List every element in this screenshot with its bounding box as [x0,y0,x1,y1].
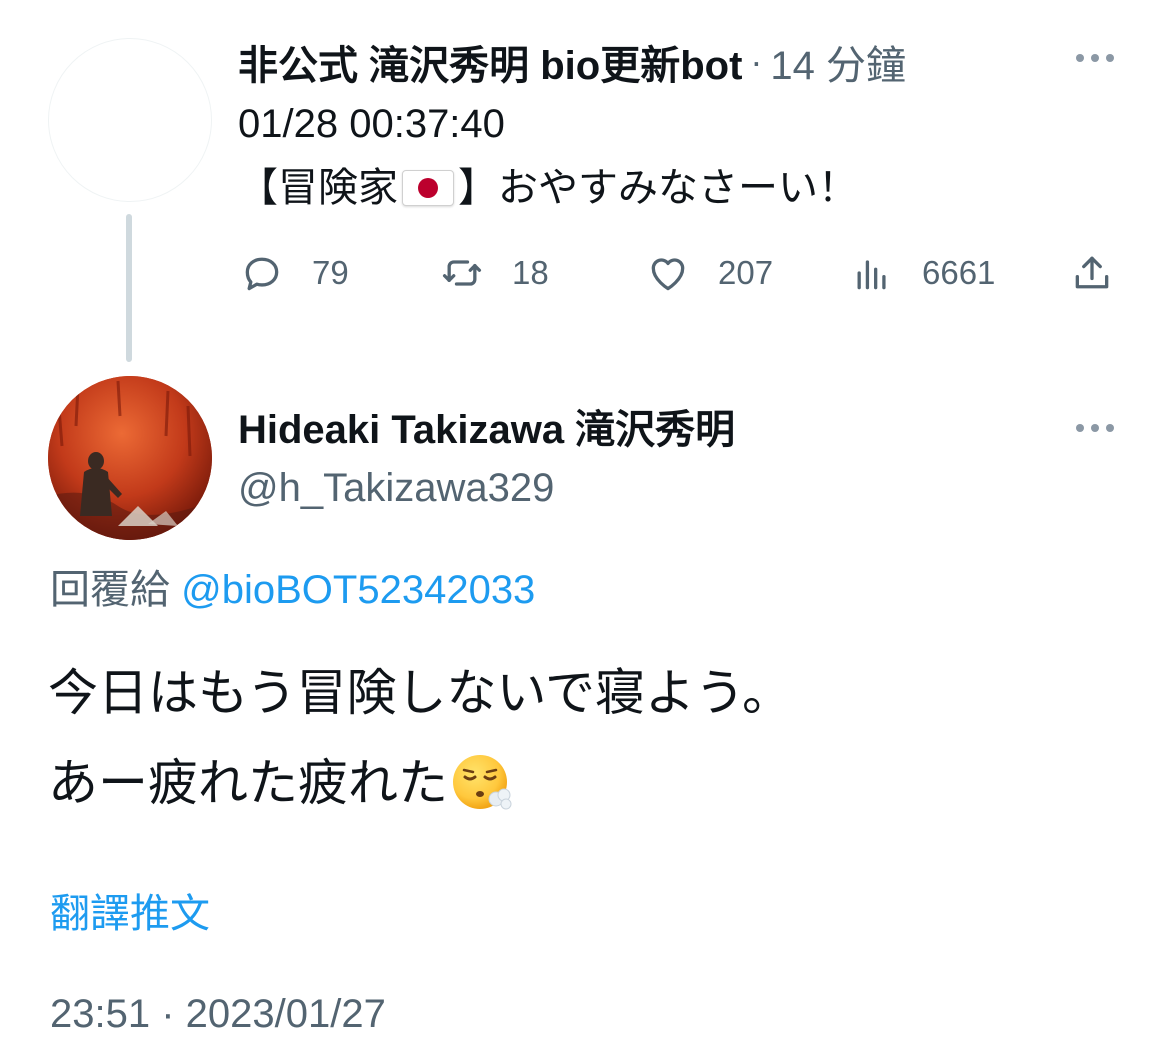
parent-time-ago[interactable]: 14 分鐘 [770,33,906,91]
reply-to-label: 回覆給 [50,568,182,612]
header-separator: · [750,41,763,82]
parent-text-prefix: 【冒険家 [238,166,398,210]
translate-tweet-link[interactable]: 翻譯推文 [50,888,210,940]
author-handle[interactable]: @h_Takizawa329 [238,462,554,514]
japan-flag-icon [402,170,454,206]
reply-count: 79 [312,254,349,291]
reply-mention-link[interactable]: @bioBOT52342033 [181,568,535,612]
author-avatar[interactable] [48,376,212,540]
views-bar-chart-icon [857,260,886,290]
tweet-body-line2-container: あー疲れた疲れた [48,738,792,828]
like-count: 207 [718,254,774,291]
retweet-button[interactable]: 18 [440,248,549,298]
avatar-image [48,376,212,540]
share-icon [1075,256,1109,289]
parent-action-bar: 79 18 207 6661 [0,248,1170,298]
tweet-body-line2: あー疲れた疲れた [48,755,448,811]
tweet-body-line1: 今日はもう冒険しないで寝よう。 [48,665,792,721]
parent-text-suffix: 】おやすみなさーい！ [458,166,858,210]
retweet-count: 18 [512,254,549,291]
replying-to: 回覆給 @bioBOT52342033 [50,564,535,616]
views-button[interactable]: 6661 [850,248,995,298]
parent-more-options-icon[interactable] [1070,46,1120,70]
parent-tweet-text-line2: 【冒険家 】おやすみなさーい！ [238,162,858,214]
face-exhaling-emoji-icon [453,755,512,810]
tweet-thread: 非公式 滝沢秀明 bio更新bot · 14 分鐘 01/28 00:37:40… [0,0,1170,1058]
main-more-options-icon[interactable] [1070,416,1120,440]
parent-tweet-text-line1: 01/28 00:37:40 [238,102,505,146]
reply-icon [245,257,279,291]
like-button[interactable]: 207 [646,248,773,298]
heart-icon [651,258,685,291]
author-display-name[interactable]: Hideaki Takizawa 滝沢秀明 [238,404,735,456]
share-button[interactable] [1070,248,1114,298]
views-count: 6661 [922,254,996,291]
tweet-timestamp[interactable]: 23:51 · 2023/01/27 [50,988,386,1040]
tweet-body: 今日はもう冒険しないで寝よう。 あー疲れた疲れた [48,648,792,828]
reply-button[interactable]: 79 [240,248,349,298]
parent-tweet-header: 非公式 滝沢秀明 bio更新bot · 14 分鐘 [238,36,906,88]
retweet-icon [442,260,482,286]
parent-author-name[interactable]: 非公式 滝沢秀明 bio更新bot [238,33,742,91]
parent-avatar[interactable] [48,38,212,202]
